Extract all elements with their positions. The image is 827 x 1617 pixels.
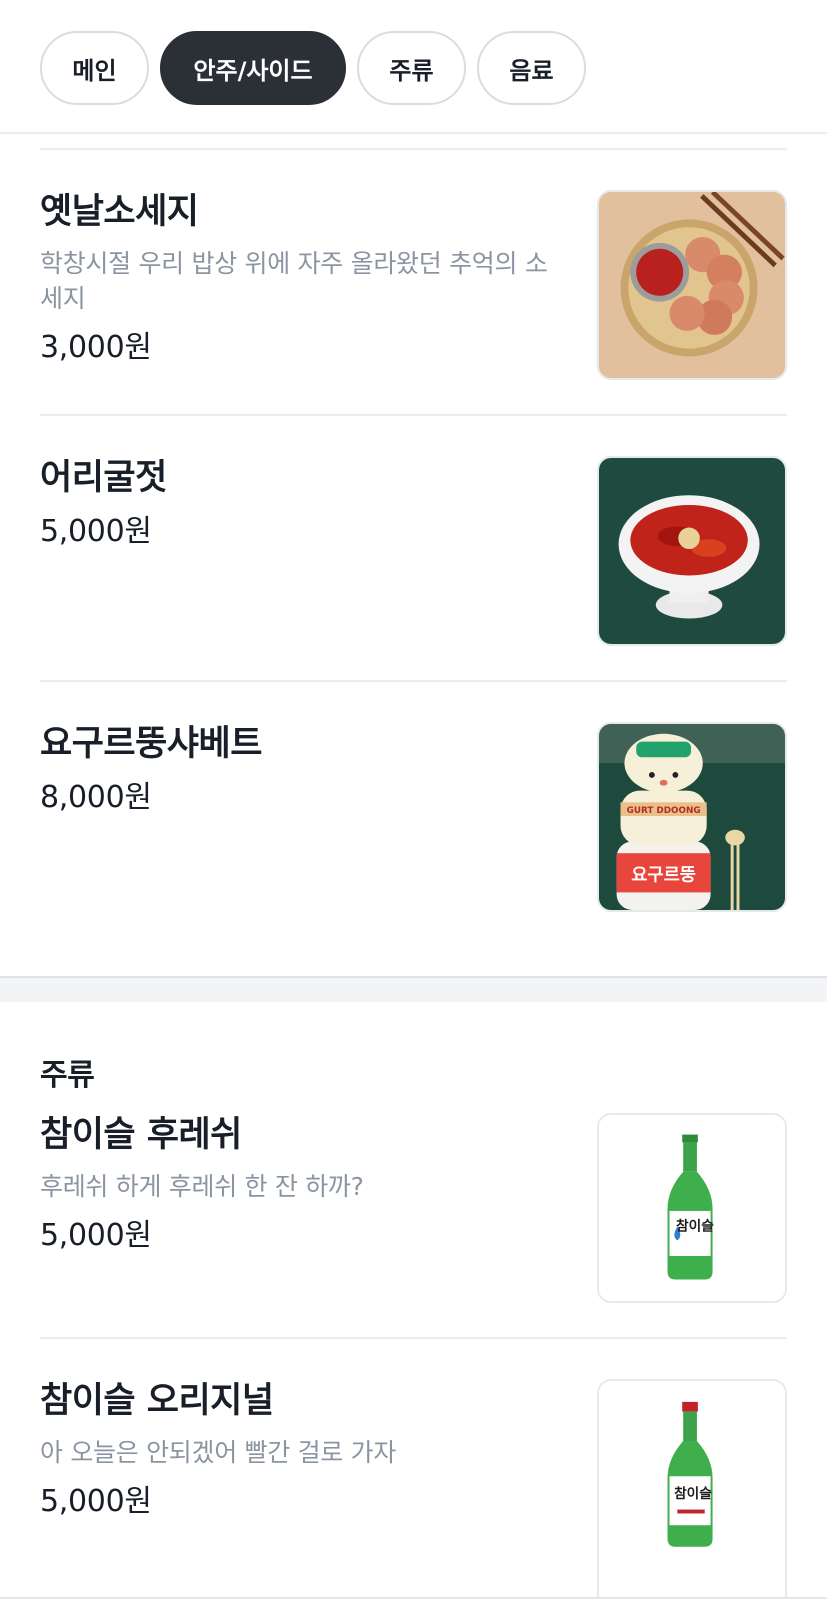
menu-item-oyster[interactable]: 어리굴젓 5,000원 [0, 456, 827, 716]
yogurt-label-text: GURT DDOONG [627, 806, 701, 816]
divider [40, 680, 787, 682]
yogurt-brand-text: 요구르뚱 [631, 866, 696, 886]
yogurt-sherbet-photo: 요구르뚱 GURT DDOONG [597, 722, 787, 912]
menu-item-name: 옛날소세지 [40, 192, 199, 232]
menu-item-text: 참이슬 후레쉬 후레쉬 하게 후레쉬 한 잔 하까? 5,000원 [40, 1113, 560, 1256]
soju-original-brand-text: 참이슬 [674, 1485, 712, 1502]
tab-side-dishes[interactable]: 안주/사이드 [160, 31, 346, 105]
menu-item-chamisul-fresh[interactable]: 참이슬 후레쉬 후레쉬 하게 후레쉬 한 잔 하까? 5,000원 참이슬 [0, 1113, 827, 1373]
tab-beverages[interactable]: 음료 [477, 31, 586, 105]
menu-item-price: 5,000원 [40, 1218, 152, 1253]
divider [40, 148, 787, 150]
tab-liquor[interactable]: 주류 [357, 31, 466, 105]
category-tab-bar: 메인 안주/사이드 주류 음료 [0, 0, 827, 134]
menu-item-price: 5,000원 [40, 514, 152, 549]
menu-item-name: 요구르뚱샤베트 [40, 724, 262, 764]
menu-item-description: 아 오늘은 안되겠어 빨간 걸로 가자 [40, 1438, 397, 1467]
menu-item-sausage[interactable]: 옛날소세지 학창시절 우리 밥상 위에 자주 올라왔던 추억의 소세지 3,00… [0, 190, 827, 450]
menu-item-name: 어리굴젓 [40, 458, 167, 498]
sausage-plate-photo [597, 190, 787, 380]
menu-item-description: 후레쉬 하게 후레쉬 한 잔 하까? [40, 1172, 364, 1201]
menu-item-price: 3,000원 [40, 330, 152, 365]
divider [40, 1337, 787, 1339]
menu-item-name: 참이슬 후레쉬 [40, 1115, 242, 1155]
menu-item-text: 어리굴젓 5,000원 [40, 456, 560, 552]
soju-fresh-brand-text: 참이슬 [676, 1218, 714, 1235]
menu-item-price: 8,000원 [40, 780, 152, 815]
menu-item-chamisul-original[interactable]: 참이슬 오리지널 아 오늘은 안되겠어 빨간 걸로 가자 5,000원 참이슬 [0, 1379, 827, 1617]
menu-page: 메인 안주/사이드 주류 음료 옛날소세지 학창시절 우리 밥상 위에 자주 올… [0, 0, 827, 1617]
menu-item-text: 옛날소세지 학창시절 우리 밥상 위에 자주 올라왔던 추억의 소세지 3,00… [40, 190, 560, 368]
soju-fresh-bottle-photo: 참이슬 [597, 1113, 787, 1303]
section-title-liquor: 주류 [40, 1058, 95, 1093]
menu-item-description: 학창시절 우리 밥상 위에 자주 올라왔던 추억의 소세지 [40, 249, 548, 313]
spicy-oyster-bowl-photo [597, 456, 787, 646]
section-separator [0, 976, 827, 1002]
category-tabs: 메인 안주/사이드 주류 음료 [40, 31, 586, 105]
menu-item-text: 참이슬 오리지널 아 오늘은 안되겠어 빨간 걸로 가자 5,000원 [40, 1379, 560, 1522]
menu-item-name: 참이슬 오리지널 [40, 1381, 274, 1421]
bottom-border [0, 1597, 827, 1599]
menu-item-price: 5,000원 [40, 1484, 152, 1519]
tab-main[interactable]: 메인 [40, 31, 149, 105]
divider [40, 414, 787, 416]
soju-original-bottle-photo: 참이슬 [597, 1379, 787, 1597]
menu-item-yogurt-sherbet[interactable]: 요구르뚱샤베트 8,000원 요구르뚱 GURT DDOONG [0, 722, 827, 982]
menu-item-text: 요구르뚱샤베트 8,000원 [40, 722, 560, 818]
